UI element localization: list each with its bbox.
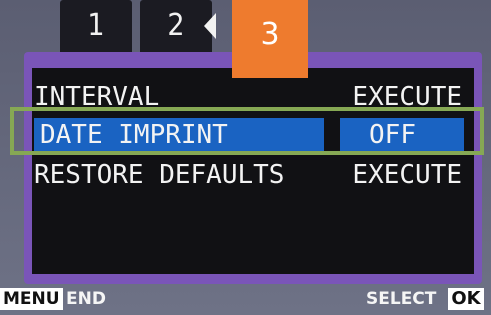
menu-item-value: EXECUTE: [352, 160, 462, 190]
menu-item-label: RESTORE DEFAULTS: [34, 160, 285, 190]
select-label: SELECT: [366, 289, 437, 309]
tab-1[interactable]: 1: [60, 0, 132, 52]
tab-2[interactable]: 2: [140, 0, 212, 52]
menu-item-restore-defaults[interactable]: RESTORE DEFAULTS EXECUTE: [34, 156, 466, 194]
camera-menu-screen: 1 2 3 INTERVAL EXECUTE DATE IMPRINT OFF …: [0, 0, 491, 315]
end-label: END: [66, 289, 106, 309]
tab-left-arrow-icon: [204, 13, 216, 39]
menu-key-icon[interactable]: MENU: [0, 288, 63, 310]
tab-2-label: 2: [167, 8, 185, 43]
tab-3-label: 3: [260, 17, 280, 52]
highlight-frame: [10, 107, 484, 155]
footer-bar: MENU END SELECT OK: [0, 284, 491, 315]
ok-key-icon[interactable]: OK: [448, 288, 484, 310]
tab-3[interactable]: 3: [232, 0, 308, 78]
tab-1-label: 1: [87, 8, 105, 43]
